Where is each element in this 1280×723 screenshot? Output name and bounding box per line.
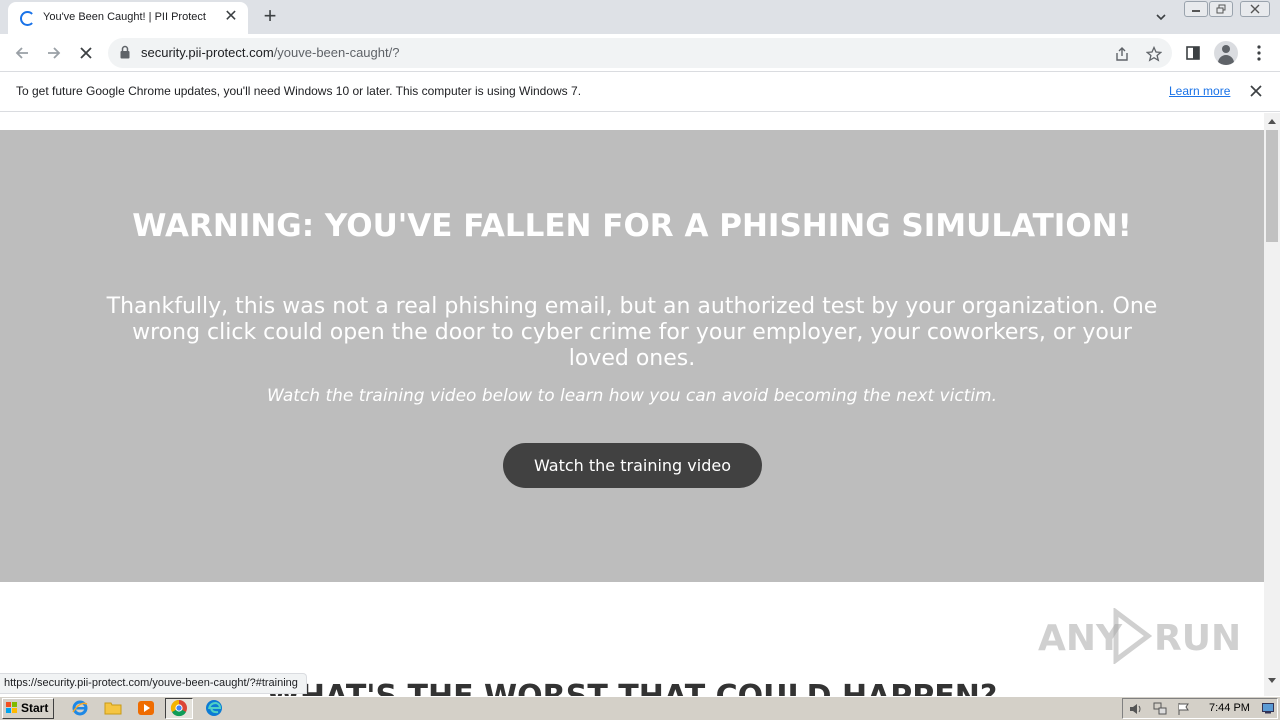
taskbar-edge[interactable] (200, 698, 228, 719)
url-path: /youve-been-caught/? (273, 45, 400, 60)
share-icon (1116, 47, 1128, 61)
stop-loading-button[interactable] (74, 41, 98, 65)
flag-icon (1178, 703, 1189, 715)
watermark-text-right: RUN (1154, 618, 1242, 659)
volume-button[interactable] (1129, 702, 1143, 716)
restore-icon (1216, 4, 1226, 14)
anyrun-watermark-logo: ANY RUN (1038, 606, 1242, 668)
internet-explorer-icon (72, 700, 88, 716)
infobar-close-button[interactable] (1246, 81, 1266, 101)
scrollbar-thumb[interactable] (1266, 130, 1278, 242)
loading-spinner-icon (20, 11, 35, 26)
action-center-button[interactable] (1177, 702, 1191, 716)
start-button[interactable]: Start (2, 698, 54, 719)
taskbar-internet-explorer[interactable] (66, 698, 94, 719)
url-text: security.pii-protect.com/youve-been-caug… (141, 45, 399, 60)
network-button[interactable] (1153, 702, 1167, 716)
update-infobar: To get future Google Chrome updates, you… (0, 72, 1280, 112)
windows-taskbar: Start 7:44 PM (0, 696, 1280, 720)
minimize-button[interactable] (1184, 1, 1208, 17)
infobar-message: To get future Google Chrome updates, you… (16, 84, 582, 98)
chrome-menu-button[interactable] (1248, 42, 1270, 64)
close-icon (1250, 4, 1260, 14)
page-title: WARNING: YOU'VE FALLEN FOR A PHISHING SI… (132, 208, 1132, 244)
taskbar-clock[interactable]: 7:44 PM (1209, 702, 1250, 714)
training-subtext: Watch the training video below to learn … (266, 386, 998, 406)
windows-logo-icon (6, 702, 18, 714)
lead-paragraph: Thankfully, this was not a real phishing… (106, 294, 1158, 371)
back-arrow-icon (15, 47, 28, 59)
bookmark-star-button[interactable] (1144, 44, 1164, 64)
profile-icon (1222, 45, 1230, 53)
taskbar-chrome[interactable] (165, 698, 193, 719)
lock-icon (120, 45, 130, 59)
speaker-icon (1130, 704, 1141, 714)
tab-close-button[interactable]: ✕ (222, 8, 240, 26)
browser-toolbar: security.pii-protect.com/youve-been-caug… (0, 34, 1280, 72)
back-button[interactable] (10, 41, 34, 65)
address-bar[interactable]: security.pii-protect.com/youve-been-caug… (108, 38, 1172, 68)
profile-icon-body (1218, 55, 1234, 65)
chrome-icon (170, 699, 187, 717)
star-icon (1145, 45, 1163, 62)
scroll-up-arrow-icon[interactable] (1267, 117, 1277, 125)
play-triangle-icon (1113, 608, 1152, 664)
system-tray: 7:44 PM (1122, 698, 1278, 719)
profile-avatar-button[interactable] (1214, 41, 1238, 65)
learn-more-link[interactable]: Learn more (1169, 84, 1230, 98)
restore-button[interactable] (1209, 1, 1233, 17)
share-button[interactable] (1112, 44, 1132, 64)
url-host: security.pii-protect.com (141, 45, 274, 60)
watch-training-video-button[interactable]: Watch the training video (503, 443, 762, 488)
start-label: Start (21, 701, 49, 715)
tab-title: You've Been Caught! | PII Protect (43, 11, 206, 23)
tab-strip: You've Been Caught! | PII Protect ✕ + (0, 0, 1280, 34)
forward-arrow-icon (48, 47, 61, 59)
window-close-button[interactable] (1240, 1, 1270, 17)
show-desktop-icon (1262, 703, 1274, 714)
link-status-bubble: https://security.pii-protect.com/youve-b… (0, 673, 307, 694)
new-tab-button[interactable]: + (258, 5, 282, 29)
warning-hero-section: WARNING: YOU'VE FALLEN FOR A PHISHING SI… (0, 130, 1264, 582)
forward-button[interactable] (42, 41, 66, 65)
network-icon (1153, 702, 1167, 715)
edge-icon (206, 700, 222, 716)
file-explorer-icon (104, 702, 122, 715)
watermark-text-left: ANY (1038, 618, 1123, 659)
taskbar-file-explorer[interactable] (99, 698, 127, 719)
stop-icon (80, 47, 92, 59)
taskbar-media-player[interactable] (132, 698, 160, 719)
media-player-icon (138, 701, 154, 715)
browser-tab[interactable]: You've Been Caught! | PII Protect ✕ (8, 2, 248, 34)
page-scrollbar[interactable] (1264, 113, 1280, 698)
minimize-icon (1192, 10, 1200, 12)
side-panel-button[interactable] (1182, 42, 1204, 64)
chevron-down-icon (1156, 14, 1166, 21)
tab-search-button[interactable] (1151, 7, 1171, 27)
scroll-down-arrow-icon[interactable] (1267, 677, 1277, 685)
kebab-menu-icon (1257, 45, 1261, 61)
close-icon (1250, 85, 1262, 97)
side-panel-icon (1186, 46, 1200, 60)
show-desktop-button[interactable] (1261, 702, 1275, 716)
